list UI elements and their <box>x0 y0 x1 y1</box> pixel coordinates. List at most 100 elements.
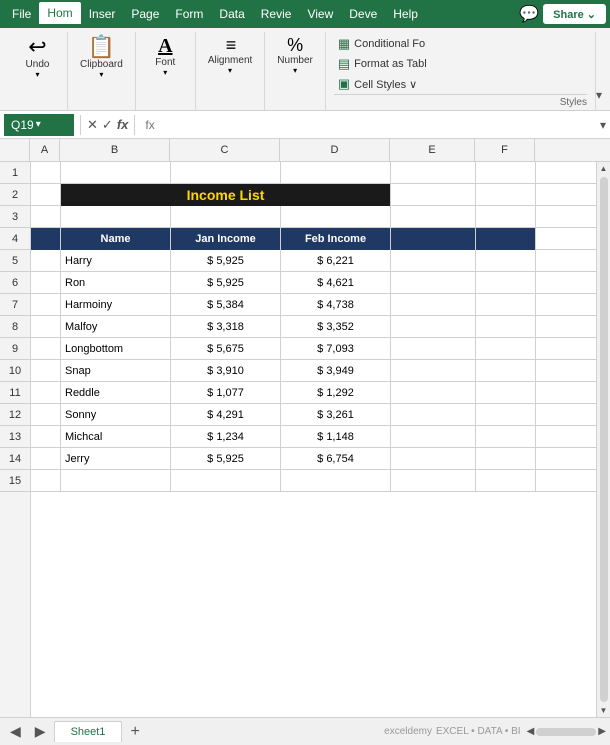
cell-7f[interactable] <box>476 294 536 316</box>
cell-9b[interactable]: Longbottom <box>61 338 171 360</box>
clipboard-button[interactable]: 📋 Clipboard ▾ <box>76 34 127 81</box>
row-num-2[interactable]: 2 <box>0 184 30 206</box>
cell-6b[interactable]: Ron <box>61 272 171 294</box>
undo-button[interactable]: ↩ Undo ▾ <box>20 34 56 81</box>
cell-1c[interactable] <box>171 162 281 184</box>
income-list-title[interactable]: Income List <box>61 184 391 206</box>
cell-11b[interactable]: Reddle <box>61 382 171 404</box>
cell-15d[interactable] <box>281 470 391 492</box>
cell-7e[interactable] <box>391 294 476 316</box>
cell-7b[interactable]: Harmoiny <box>61 294 171 316</box>
menu-data[interactable]: Data <box>211 3 252 25</box>
cell-13e[interactable] <box>391 426 476 448</box>
sheet1-tab[interactable]: Sheet1 <box>54 721 123 742</box>
cell-10f[interactable] <box>476 360 536 382</box>
format-as-table-button[interactable]: ▤ Format as Tabl <box>334 54 587 74</box>
cell-5b[interactable]: Harry <box>61 250 171 272</box>
cell-3f[interactable] <box>476 206 536 228</box>
share-button[interactable]: Share ⌄ <box>543 4 606 24</box>
cell-8f[interactable] <box>476 316 536 338</box>
cell-1d[interactable] <box>281 162 391 184</box>
cell-6f[interactable] <box>476 272 536 294</box>
cell-12c[interactable]: $ 4,291 <box>171 404 281 426</box>
cell-13f[interactable] <box>476 426 536 448</box>
row-num-12[interactable]: 12 <box>0 404 30 426</box>
cell-8e[interactable] <box>391 316 476 338</box>
formula-input[interactable] <box>141 114 598 136</box>
scroll-thumb[interactable] <box>600 177 608 702</box>
menu-insert[interactable]: Inser <box>81 3 124 25</box>
cell-13b[interactable]: Michcal <box>61 426 171 448</box>
row-num-5[interactable]: 5 <box>0 250 30 272</box>
h-scroll-thumb[interactable] <box>536 728 596 736</box>
menu-help[interactable]: Help <box>385 3 426 25</box>
col-jan-header[interactable]: Jan Income <box>171 228 281 250</box>
scroll-sheets-left-button[interactable]: ◀ <box>4 721 27 742</box>
cell-15c[interactable] <box>171 470 281 492</box>
cancel-formula-icon[interactable]: ✕ <box>87 117 98 133</box>
row-num-6[interactable]: 6 <box>0 272 30 294</box>
cell-14f[interactable] <box>476 448 536 470</box>
cell-6c[interactable]: $ 5,925 <box>171 272 281 294</box>
menu-developer[interactable]: Deve <box>341 3 385 25</box>
scroll-up-button[interactable]: ▲ <box>598 162 610 175</box>
cell-3e[interactable] <box>391 206 476 228</box>
cell-10a[interactable] <box>31 360 61 382</box>
cell-12a[interactable] <box>31 404 61 426</box>
cell-reference-box[interactable]: Q19 ▾ <box>4 114 74 136</box>
cell-7a[interactable] <box>31 294 61 316</box>
col-header-b[interactable]: B <box>60 139 170 161</box>
cell-11a[interactable] <box>31 382 61 404</box>
cell-11c[interactable]: $ 1,077 <box>171 382 281 404</box>
col-header-d[interactable]: D <box>280 139 390 161</box>
ribbon-expand-icon[interactable]: ▾ <box>596 88 602 102</box>
row-num-15[interactable]: 15 <box>0 470 30 492</box>
cell-14d[interactable]: $ 6,754 <box>281 448 391 470</box>
cell-11e[interactable] <box>391 382 476 404</box>
col-feb-header[interactable]: Feb Income <box>281 228 391 250</box>
cell-15b[interactable] <box>61 470 171 492</box>
scroll-right-icon[interactable]: ▶ <box>598 726 606 737</box>
confirm-formula-icon[interactable]: ✓ <box>102 117 113 133</box>
scroll-left-icon[interactable]: ◀ <box>527 726 535 737</box>
menu-file[interactable]: File <box>4 3 39 25</box>
menu-review[interactable]: Revie <box>253 3 300 25</box>
cell-5e[interactable] <box>391 250 476 272</box>
cell-6d[interactable]: $ 4,621 <box>281 272 391 294</box>
formula-expand-icon[interactable]: ▾ <box>600 118 606 132</box>
cell-9d[interactable]: $ 7,093 <box>281 338 391 360</box>
cell-3b[interactable] <box>61 206 171 228</box>
cell-5c[interactable]: $ 5,925 <box>171 250 281 272</box>
col-header-f[interactable]: F <box>475 139 535 161</box>
cell-4e[interactable] <box>391 228 476 250</box>
horizontal-scrollbar[interactable]: ◀ ▶ <box>527 726 606 737</box>
cell-5a[interactable] <box>31 250 61 272</box>
cell-12d[interactable]: $ 3,261 <box>281 404 391 426</box>
cell-4f[interactable] <box>476 228 536 250</box>
cell-3d[interactable] <box>281 206 391 228</box>
cell-2e[interactable] <box>391 184 476 206</box>
cell-2a[interactable] <box>31 184 61 206</box>
cell-8c[interactable]: $ 3,318 <box>171 316 281 338</box>
row-num-10[interactable]: 10 <box>0 360 30 382</box>
cell-5d[interactable]: $ 6,221 <box>281 250 391 272</box>
cell-4a[interactable] <box>31 228 61 250</box>
cell-3a[interactable] <box>31 206 61 228</box>
cell-10d[interactable]: $ 3,949 <box>281 360 391 382</box>
conditional-formatting-button[interactable]: ▦ Conditional Fo <box>334 34 587 54</box>
col-header-c[interactable]: C <box>170 139 280 161</box>
menu-view[interactable]: View <box>299 3 341 25</box>
cell-13d[interactable]: $ 1,148 <box>281 426 391 448</box>
number-button[interactable]: % Number ▾ <box>273 34 317 77</box>
font-button[interactable]: A Font ▾ <box>147 34 183 79</box>
row-num-7[interactable]: 7 <box>0 294 30 316</box>
cell-3c[interactable] <box>171 206 281 228</box>
cell-1f[interactable] <box>476 162 536 184</box>
cell-6e[interactable] <box>391 272 476 294</box>
row-num-11[interactable]: 11 <box>0 382 30 404</box>
row-num-4[interactable]: 4 <box>0 228 30 250</box>
row-num-3[interactable]: 3 <box>0 206 30 228</box>
cell-8b[interactable]: Malfoy <box>61 316 171 338</box>
insert-function-icon[interactable]: fx <box>117 117 129 132</box>
cell-10c[interactable]: $ 3,910 <box>171 360 281 382</box>
